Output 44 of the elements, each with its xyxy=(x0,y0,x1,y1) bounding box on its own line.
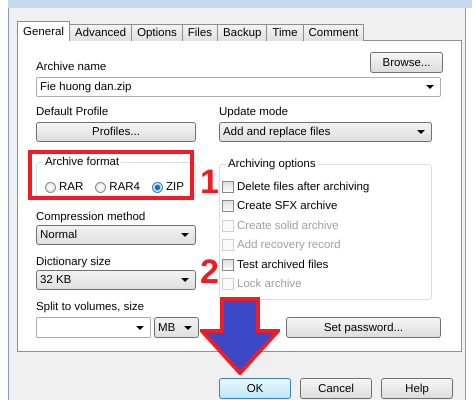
set-password-button[interactable]: Set password... xyxy=(286,317,441,338)
step-number: 2 xyxy=(200,255,219,289)
caret-icon xyxy=(184,326,192,330)
radio-option[interactable]: ZIP xyxy=(152,181,184,193)
caret-icon xyxy=(181,233,189,237)
tab[interactable]: Comment xyxy=(302,24,364,41)
checkbox-option[interactable]: Create SFX archive xyxy=(222,196,338,216)
checkbox[interactable] xyxy=(222,258,234,271)
compression-dropdown[interactable]: Normal xyxy=(36,225,196,245)
field-label: Dictionary size xyxy=(36,255,112,270)
caret-icon xyxy=(181,278,189,282)
tab[interactable]: General xyxy=(17,21,70,41)
down-arrow-icon xyxy=(200,297,280,375)
group-label: Archiving options xyxy=(226,157,318,172)
browse-button[interactable]: Browse... xyxy=(370,52,443,73)
radio-option[interactable]: RAR xyxy=(45,181,84,193)
checkbox[interactable] xyxy=(222,200,234,212)
caret-icon xyxy=(426,85,434,89)
field-label: Compression method xyxy=(36,210,146,225)
unit-dropdown[interactable]: MB xyxy=(154,317,199,338)
profiles-button[interactable]: Profiles... xyxy=(36,122,196,142)
field-label: Default Profile xyxy=(36,105,110,120)
field-label: Split to volumes, size xyxy=(36,300,146,315)
checkbox[interactable] xyxy=(222,180,234,193)
dialog-button[interactable]: Help xyxy=(381,378,453,399)
tab[interactable]: Time xyxy=(266,24,304,41)
field-label: Update mode xyxy=(219,105,290,120)
checkbox-option[interactable]: Test archived files xyxy=(222,255,328,274)
dialog-button[interactable]: Cancel xyxy=(300,378,372,399)
update-mode-dropdown[interactable]: Add and replace files xyxy=(219,122,432,142)
tab[interactable]: Backup xyxy=(217,24,268,41)
tab[interactable]: Files xyxy=(182,24,218,41)
checkbox-option[interactable]: Delete files after archiving xyxy=(222,177,370,196)
caret-icon xyxy=(417,130,425,134)
dialog-button[interactable]: OK xyxy=(219,378,291,399)
volume-size-field[interactable] xyxy=(36,317,151,338)
archive-name-field[interactable]: Fie huong dan.zip xyxy=(36,77,441,97)
radio-option[interactable]: RAR4 xyxy=(95,181,140,193)
caret-icon xyxy=(136,326,144,330)
field-label: Archive name xyxy=(36,60,106,75)
tab[interactable]: Options xyxy=(131,24,183,41)
tab[interactable]: Advanced xyxy=(68,24,132,41)
dictionary-dropdown[interactable]: 32 KB xyxy=(36,270,196,290)
step-number: 1 xyxy=(200,165,219,199)
